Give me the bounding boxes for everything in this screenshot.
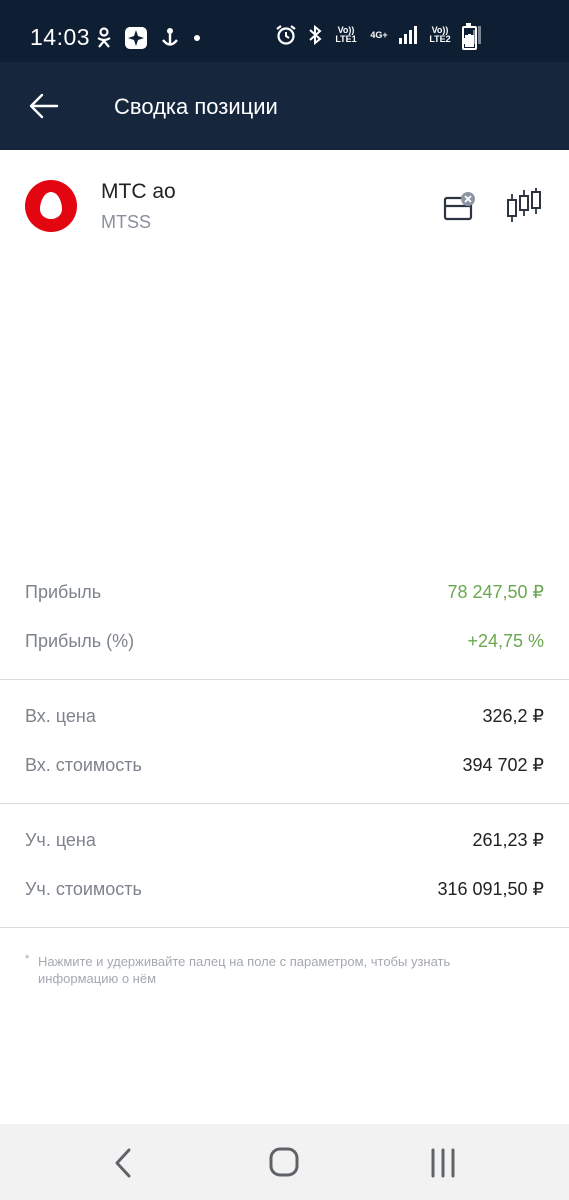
entry-price-row[interactable]: Вх. цена 326,2 ₽ bbox=[0, 692, 569, 741]
network-label: 4G+ bbox=[370, 29, 388, 40]
divider bbox=[0, 679, 569, 680]
remove-from-portfolio-icon[interactable] bbox=[442, 190, 478, 224]
profit-percent-row[interactable]: Прибыль (%) +24,75 % bbox=[0, 617, 569, 666]
system-navigation-bar bbox=[0, 1124, 569, 1200]
alarm-icon bbox=[276, 25, 296, 45]
signal-icon bbox=[399, 26, 417, 44]
sim1-label: Vo)) LTE1 bbox=[335, 25, 357, 44]
app-notification-icon bbox=[125, 27, 147, 49]
hint-footnote: * Нажмите и удерживайте палец на поле с … bbox=[25, 953, 525, 987]
book-price-label: Уч. цена bbox=[25, 830, 96, 850]
candlestick-chart-icon[interactable] bbox=[504, 186, 544, 226]
entry-price-label: Вх. цена bbox=[25, 706, 96, 726]
profit-percent-label: Прибыль (%) bbox=[25, 631, 135, 651]
footnote-star: * bbox=[25, 953, 30, 965]
mts-logo bbox=[25, 180, 77, 232]
instrument-name: МТС ао bbox=[101, 180, 176, 203]
book-cost-value: 316 091,50 ₽ bbox=[437, 879, 544, 899]
profit-percent-value: +24,75 % bbox=[467, 631, 544, 651]
entry-cost-label: Вх. стоимость bbox=[25, 755, 142, 775]
egg-logo-icon bbox=[40, 192, 62, 219]
status-bar: 14:03 Vo)) LTE1 4G+ Vo)) LTE2 bbox=[0, 0, 569, 62]
nav-back-icon[interactable] bbox=[104, 1146, 144, 1180]
app-bar: Сводка позиции bbox=[0, 62, 569, 150]
book-cost-label: Уч. стоимость bbox=[25, 879, 142, 899]
status-system-icons: Vo)) LTE1 4G+ Vo)) LTE2 bbox=[275, 24, 481, 46]
odnoklassniki-icon bbox=[97, 27, 111, 48]
back-arrow-icon[interactable] bbox=[28, 92, 60, 120]
nav-recents-icon[interactable] bbox=[423, 1146, 463, 1180]
profit-row[interactable]: Прибыль 78 247,50 ₽ bbox=[0, 568, 569, 617]
bluetooth-icon bbox=[309, 24, 322, 46]
instrument-header: МТС ао MTSS bbox=[0, 150, 569, 260]
anchor-notification-icon bbox=[162, 28, 178, 46]
footnote-text: Нажмите и удерживайте палец на поле с па… bbox=[38, 954, 451, 986]
profit-label: Прибыль bbox=[25, 582, 102, 602]
divider bbox=[0, 927, 569, 928]
position-summary: Прибыль 78 247,50 ₽ Прибыль (%) +24,75 %… bbox=[0, 568, 569, 940]
entry-cost-row[interactable]: Вх. стоимость 394 702 ₽ bbox=[0, 741, 569, 790]
page-title: Сводка позиции bbox=[114, 94, 278, 119]
more-notifications-dot-icon bbox=[194, 35, 200, 41]
entry-price-value: 326,2 ₽ bbox=[482, 706, 545, 726]
nav-home-icon[interactable] bbox=[264, 1146, 304, 1180]
status-notification-icons bbox=[96, 26, 202, 50]
profit-value: 78 247,50 ₽ bbox=[447, 582, 544, 602]
battery-icon bbox=[462, 23, 477, 50]
book-price-row[interactable]: Уч. цена 261,23 ₽ bbox=[0, 816, 569, 865]
instrument-ticker: MTSS bbox=[101, 212, 152, 232]
status-time: 14:03 bbox=[30, 24, 91, 50]
book-cost-row[interactable]: Уч. стоимость 316 091,50 ₽ bbox=[0, 865, 569, 914]
entry-cost-value: 394 702 ₽ bbox=[462, 755, 544, 775]
book-price-value: 261,23 ₽ bbox=[472, 830, 544, 850]
divider bbox=[0, 803, 569, 804]
sim2-label: Vo)) LTE2 bbox=[429, 25, 451, 44]
